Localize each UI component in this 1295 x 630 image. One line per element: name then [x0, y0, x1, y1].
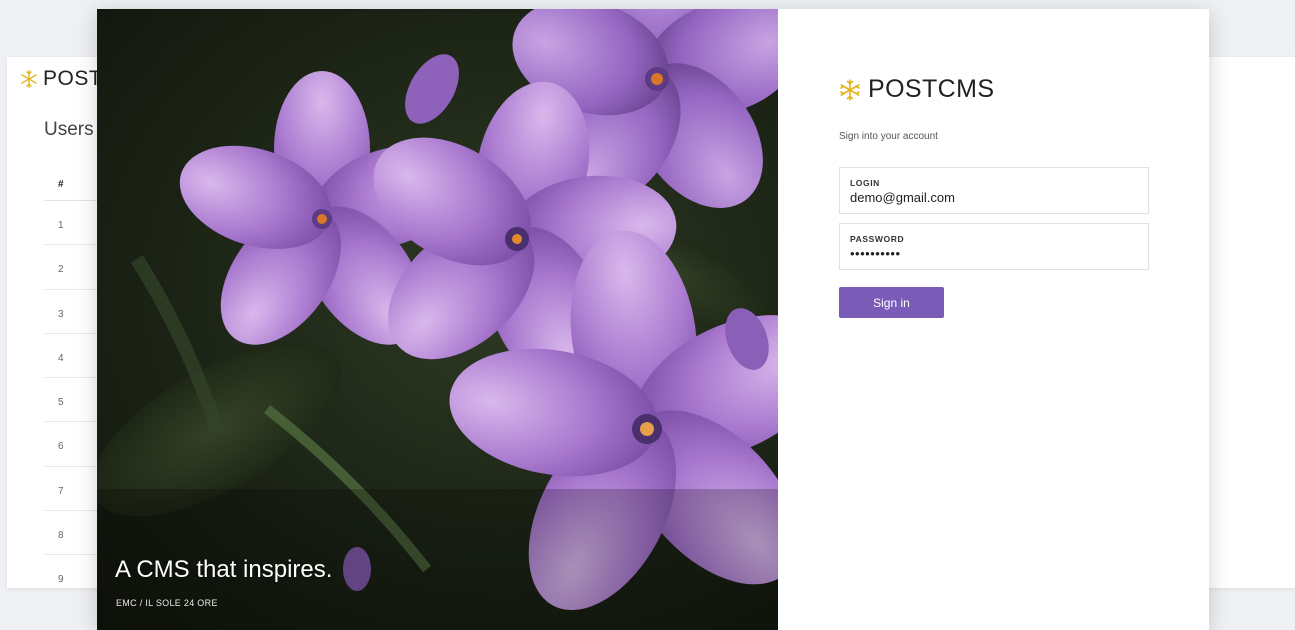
login-label: LOGIN — [850, 178, 880, 188]
login-logo-text: POSTCMS — [868, 75, 995, 103]
password-field[interactable]: PASSWORD — [839, 223, 1149, 270]
password-input[interactable] — [850, 246, 1138, 261]
login-field[interactable]: LOGIN — [839, 167, 1149, 214]
login-subtitle: Sign into your account — [839, 131, 938, 142]
flower-photo — [97, 9, 778, 630]
login-logo: POSTCMS — [838, 75, 994, 104]
login-input[interactable] — [850, 190, 1138, 205]
hero-image: A CMS that inspires. EMC / IL SOLE 24 OR… — [97, 9, 778, 630]
hero-caption: A CMS that inspires. — [115, 556, 333, 583]
hero-credit: EMC / IL SOLE 24 ORE — [116, 598, 218, 608]
snowflake-icon — [840, 78, 860, 101]
bg-page-title: Users — [44, 119, 94, 140]
sign-in-button[interactable]: Sign in — [839, 287, 944, 318]
login-modal: A CMS that inspires. EMC / IL SOLE 24 OR… — [97, 9, 1209, 630]
snowflake-icon — [21, 70, 37, 89]
login-panel: POSTCMS Sign into your account LOGIN PAS… — [778, 9, 1209, 630]
password-label: PASSWORD — [850, 234, 905, 244]
